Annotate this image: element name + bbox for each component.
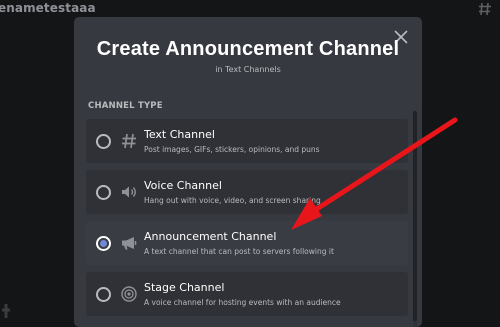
option-description: A text channel that can post to servers … [144,247,334,256]
create-channel-modal: Create Announcement Channel in Text Chan… [74,17,422,327]
option-title: Stage Channel [144,281,225,294]
option-description: Post images, GIFs, stickers, opinions, a… [144,145,320,154]
option-voice-channel[interactable]: Voice Channel Hang out with voice, video… [86,170,408,214]
option-stage-channel[interactable]: Stage Channel A voice channel for hostin… [86,272,408,316]
radio-button-selected[interactable] [96,236,111,251]
option-title: Voice Channel [144,179,222,192]
modal-title: Create Announcement Channel [96,38,400,60]
hashtag-icon [122,133,136,149]
option-title: Announcement Channel [144,230,277,243]
channel-type-label: CHANNEL TYPE [88,101,163,111]
stage-icon [121,286,137,302]
add-icon[interactable] [0,298,12,323]
option-title: Text Channel [144,128,215,141]
modal-subtitle: in Text Channels [215,65,281,74]
speaker-icon [122,186,136,198]
option-description: Hang out with voice, video, and screen s… [144,196,321,205]
option-announcement-channel[interactable]: Announcement Channel A text channel that… [86,221,408,265]
threads-icon[interactable] [478,2,492,16]
option-description: A voice channel for hosting events with … [144,298,341,307]
option-text-channel[interactable]: Text Channel Post images, GIFs, stickers… [86,119,408,163]
scrollbar-thumb[interactable] [413,111,417,321]
megaphone-icon [122,237,137,250]
radio-button[interactable] [96,134,111,149]
scrollbar[interactable] [413,111,417,327]
radio-button[interactable] [96,185,111,200]
channel-type-options: Text Channel Post images, GIFs, stickers… [86,119,408,323]
radio-button[interactable] [96,287,111,302]
server-title: enametestaaa [0,1,96,15]
